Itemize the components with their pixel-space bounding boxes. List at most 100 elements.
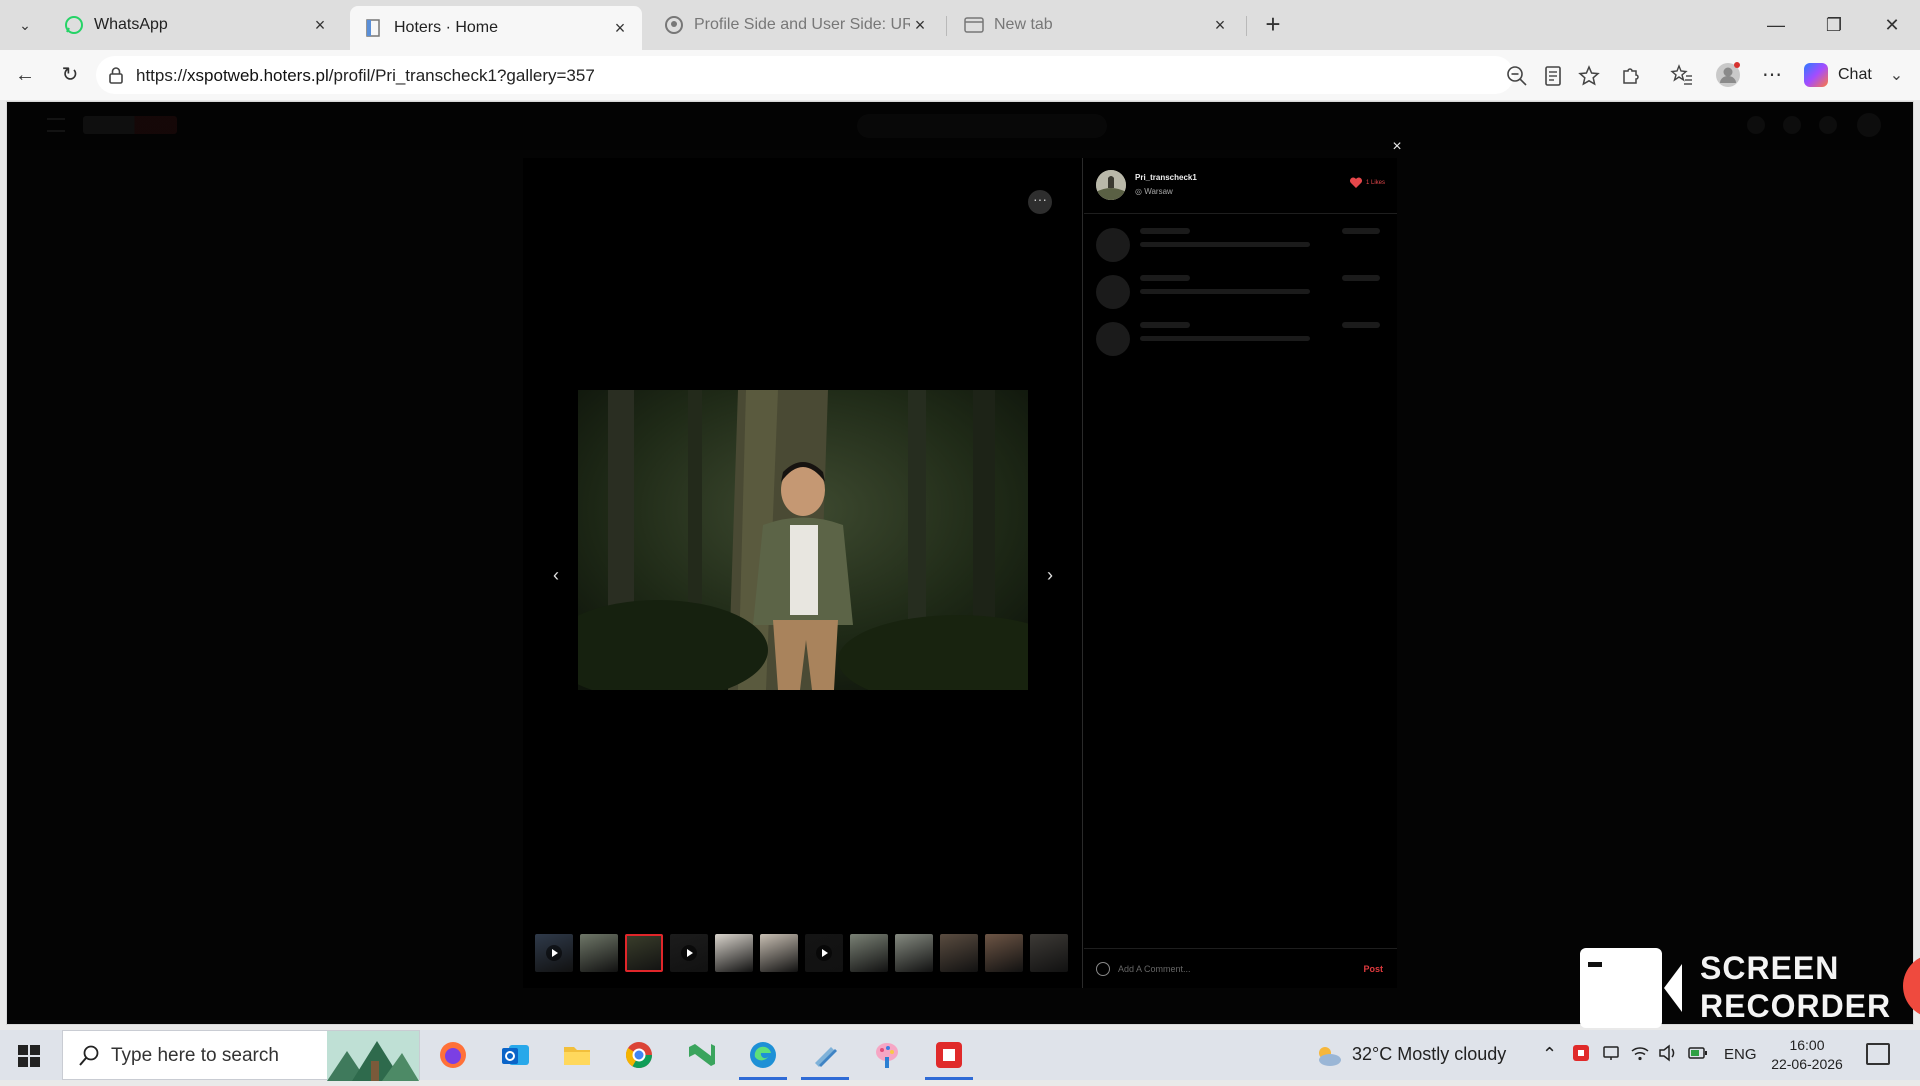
- file-explorer-icon[interactable]: [561, 1039, 593, 1071]
- extensions-puzzle-icon[interactable]: [1617, 61, 1645, 89]
- weather-icon[interactable]: [1312, 1044, 1344, 1073]
- user-location: ◎ Warsaw: [1135, 187, 1173, 196]
- url-path: /profil/Pri_transcheck1?gallery=357: [328, 66, 595, 85]
- camera-lens-icon: [1664, 964, 1682, 1012]
- tab-close-icon[interactable]: ×: [910, 15, 930, 36]
- next-arrow-icon[interactable]: ›: [1040, 565, 1060, 585]
- paint-icon[interactable]: [871, 1039, 903, 1071]
- username[interactable]: Pri_transcheck1: [1135, 173, 1197, 182]
- lock-icon[interactable]: [106, 65, 126, 85]
- tab-hoters-home[interactable]: Hoters · Home ×: [350, 6, 642, 50]
- heart-icon: [1349, 177, 1362, 188]
- emoji-icon[interactable]: [1096, 962, 1110, 976]
- more-options-icon[interactable]: ···: [1028, 190, 1052, 214]
- tab-separator: [946, 16, 947, 36]
- clock-time: 16:00: [1789, 1037, 1825, 1053]
- comment-skeleton: [1096, 271, 1386, 311]
- tab-new-tab[interactable]: New tab ×: [950, 6, 1242, 44]
- outlook-icon[interactable]: [499, 1039, 531, 1071]
- volume-icon[interactable]: [1658, 1044, 1678, 1067]
- play-icon: [546, 945, 562, 961]
- chevron-down-icon[interactable]: ⌄: [1890, 65, 1903, 85]
- tab-close-icon[interactable]: ×: [310, 15, 330, 36]
- comment-input[interactable]: Add A Comment...: [1118, 964, 1191, 974]
- copilot-chat-button[interactable]: Chat ⌄: [1804, 61, 1903, 89]
- wifi-icon[interactable]: [1630, 1044, 1650, 1067]
- url-text: https://xspotweb.hoters.pl/profil/Pri_tr…: [136, 66, 595, 86]
- window-close-icon[interactable]: ✕: [1872, 10, 1912, 40]
- battery-icon[interactable]: [1688, 1044, 1708, 1067]
- likes-count: 1 Likes: [1365, 180, 1385, 186]
- gallery-thumbnail[interactable]: [1030, 934, 1068, 972]
- thumbnail-strip: [535, 934, 1068, 972]
- edge-icon[interactable]: [739, 1039, 787, 1080]
- windows-start-icon[interactable]: [18, 1045, 40, 1067]
- recorder-tray-icon[interactable]: [1572, 1044, 1590, 1067]
- language-indicator[interactable]: ENG: [1724, 1046, 1757, 1063]
- reload-icon[interactable]: ↻: [56, 61, 84, 89]
- search-placeholder: Type here to search: [111, 1045, 279, 1066]
- firefox-icon[interactable]: [437, 1039, 469, 1071]
- modal-close-icon[interactable]: ×: [1389, 139, 1405, 155]
- recorder-text-line1: SCREEN: [1700, 950, 1840, 986]
- tab-close-icon[interactable]: ×: [1210, 15, 1230, 36]
- gallery-thumbnail[interactable]: [850, 934, 888, 972]
- tab-list-chevron-icon[interactable]: ⌄: [12, 12, 38, 38]
- details-panel: Pri_transcheck1 ◎ Warsaw 1 Likes Add A C…: [1084, 158, 1397, 988]
- profile-avatar-icon[interactable]: [1714, 61, 1742, 89]
- camera-tray-icon[interactable]: [1602, 1044, 1620, 1067]
- zoom-out-icon[interactable]: [1506, 65, 1528, 87]
- snipping-tool-icon[interactable]: [801, 1039, 849, 1080]
- gallery-photo: [578, 390, 1028, 690]
- previous-arrow-icon[interactable]: ‹: [546, 565, 566, 585]
- restore-icon[interactable]: ❐: [1814, 10, 1854, 40]
- github-icon: [664, 15, 684, 35]
- gallery-thumbnail[interactable]: [580, 934, 618, 972]
- url-host: xspotweb.hoters.pl: [187, 66, 329, 85]
- favorites-list-icon[interactable]: [1668, 61, 1696, 89]
- notifications-icon[interactable]: [1866, 1043, 1890, 1065]
- taskbar-search[interactable]: Type here to search: [62, 1030, 420, 1081]
- minimize-icon[interactable]: —: [1756, 10, 1796, 40]
- screen-recorder-app-icon[interactable]: [925, 1039, 973, 1080]
- reader-view-icon[interactable]: [1542, 65, 1564, 87]
- gallery-thumbnail[interactable]: [985, 934, 1023, 972]
- tab-github-issue[interactable]: Profile Side and User Side: URL iss ×: [650, 6, 942, 44]
- show-hidden-icons-chevron-icon[interactable]: ⌃: [1542, 1044, 1557, 1065]
- gallery-thumbnail[interactable]: [940, 934, 978, 972]
- gallery-thumbnail[interactable]: [625, 934, 663, 972]
- location-text: Warsaw: [1144, 187, 1173, 196]
- gallery-thumbnail[interactable]: [670, 934, 708, 972]
- weather-text[interactable]: 32°C Mostly cloudy: [1352, 1044, 1506, 1065]
- more-options-icon[interactable]: ⋯: [1758, 61, 1786, 89]
- gallery-thumbnail[interactable]: [760, 934, 798, 972]
- user-avatar[interactable]: [1096, 170, 1126, 200]
- tab-label: WhatsApp: [94, 16, 168, 33]
- tab-label: Hoters · Home: [394, 19, 499, 36]
- gallery-thumbnail[interactable]: [715, 934, 753, 972]
- post-header: Pri_transcheck1 ◎ Warsaw 1 Likes: [1084, 158, 1397, 214]
- post-button[interactable]: Post: [1363, 964, 1383, 974]
- comment-skeleton: [1096, 318, 1386, 358]
- search-highlight-art-icon: [327, 1031, 419, 1081]
- new-tab-plus-icon[interactable]: +: [1258, 10, 1288, 40]
- back-arrow-icon[interactable]: ←: [11, 61, 39, 89]
- recorder-text-line2: RECORDER: [1700, 988, 1892, 1024]
- comment-skeleton: [1096, 224, 1386, 264]
- screen-recorder-watermark: SCREEN RECORDER: [1580, 948, 1900, 1028]
- address-bar[interactable]: https://xspotweb.hoters.pl/profil/Pri_tr…: [96, 56, 1600, 94]
- whatsapp-icon: [64, 15, 84, 35]
- location-pin-icon: ◎: [1135, 187, 1142, 196]
- gallery-thumbnail[interactable]: [805, 934, 843, 972]
- chrome-icon[interactable]: [623, 1039, 655, 1071]
- system-clock[interactable]: 16:00 22-06-2026: [1770, 1036, 1844, 1074]
- gallery-thumbnail[interactable]: [535, 934, 573, 972]
- tab-close-icon[interactable]: ×: [610, 18, 630, 39]
- tab-separator: [1246, 16, 1247, 36]
- likes-button[interactable]: 1 Likes: [1349, 177, 1385, 189]
- favorite-star-icon[interactable]: [1578, 65, 1600, 87]
- gallery-thumbnail[interactable]: [895, 934, 933, 972]
- search-icon: [77, 1044, 101, 1068]
- tab-whatsapp[interactable]: WhatsApp ×: [50, 6, 342, 44]
- visual-studio-icon[interactable]: [685, 1039, 717, 1071]
